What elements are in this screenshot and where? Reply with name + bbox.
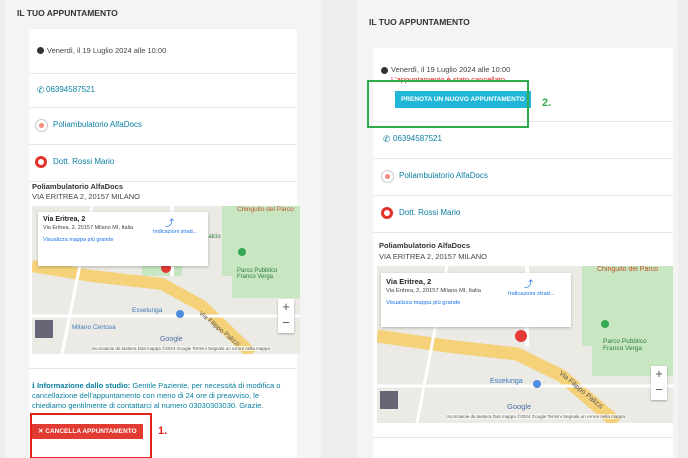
zoom-in-icon[interactable]: + (651, 366, 667, 382)
clock-icon (381, 67, 388, 74)
directions-icon[interactable]: ⤴ (524, 277, 533, 290)
map-label-parco: Parco Pubblico Franco Verga (237, 268, 278, 280)
annotation-number-2: 2. (542, 97, 552, 109)
address-name: Poliambulatorio AlfaDocs (379, 241, 470, 250)
zoom-out-icon[interactable]: − (651, 382, 667, 398)
phone-icon: ✆ (383, 134, 391, 144)
map-label-park: Chinguito del Parco (597, 266, 659, 273)
clinic-link[interactable]: Poliambulatorio AlfaDocs (399, 171, 488, 180)
address-name: Poliambulatorio AlfaDocs (32, 182, 123, 191)
clinic-link[interactable]: Poliambulatorio AlfaDocs (53, 120, 142, 129)
doctor-link[interactable]: Dott. Rossi Mario (53, 157, 114, 166)
studio-info: ℹ Informazione dallo studio: Gentile Paz… (32, 381, 294, 411)
map-view-larger-link[interactable]: Visualizza mappa più grande (43, 237, 203, 243)
map-info-box: Via Eritrea, 2 Via Eritrea, 2, 20157 Mil… (38, 212, 208, 266)
map[interactable]: Chinguito del Parco Parco Pubblico Franc… (377, 266, 673, 423)
address-line: VIA ERITREA 2, 20157 MILANO (379, 252, 487, 261)
map-place-name: Via Eritrea, 2 (386, 277, 432, 286)
google-logo: Google (507, 402, 532, 411)
map-footer: Scorciatoie da tastiera Dati mappa ©2024… (92, 346, 270, 351)
info-label: Informazione dallo studio: (36, 381, 131, 390)
annotation-box-2 (367, 80, 529, 128)
panel-title: IL TUO APPUNTAMENTO (369, 17, 470, 27)
appointment-date: Venerdì, il 19 Luglio 2024 alle 10:00 (391, 65, 511, 74)
map-label-esselunga: Esselunga (132, 307, 163, 314)
map-label-park: Chinguito del Parco (237, 206, 294, 213)
map-label-parco: Parco Pubblico Franco Verga (603, 338, 647, 352)
phone-link[interactable]: 06394587521 (46, 85, 95, 94)
phone-icon: ✆ (37, 85, 45, 95)
map-zoom-control[interactable]: + − (651, 366, 667, 400)
phone-row: ✆ 06394587521 (29, 73, 297, 108)
clinic-icon (35, 119, 48, 132)
directions-icon[interactable]: ⤴ (165, 216, 174, 229)
appointment-card: Venerdì, il 19 Luglio 2024 alle 10:00 ✆ … (29, 29, 300, 458)
clinic-row: Poliambulatorio AlfaDocs (373, 158, 673, 196)
clinic-icon (381, 170, 394, 183)
doctor-row: Dott. Rossi Mario (29, 144, 297, 182)
doctor-avatar-icon (381, 207, 393, 219)
annotation-box-1 (30, 413, 152, 458)
annotation-number-1: 1. (158, 425, 168, 437)
zoom-out-icon[interactable]: − (278, 315, 294, 331)
google-logo: Google (160, 336, 183, 343)
date-row: Venerdì, il 19 Luglio 2024 alle 10:00 (29, 29, 297, 74)
zoom-in-icon[interactable]: + (278, 299, 294, 315)
appointment-date: Venerdì, il 19 Luglio 2024 alle 10:00 (47, 46, 167, 55)
map-label-certosa: Milano Certosa (72, 324, 116, 331)
right-panel: IL TUO APPUNTAMENTO Venerdì, il 19 Lugli… (357, 0, 678, 458)
map-directions-link[interactable]: Indicazioni strad... (508, 291, 555, 297)
map-label-esselunga: Esselunga (490, 378, 523, 385)
map-info-box: Via Eritrea, 2 Via Eritrea, 2, 20157 Mil… (381, 273, 571, 327)
left-panel: IL TUO APPUNTAMENTO Venerdì, il 19 Lugli… (5, 0, 321, 458)
map-zoom-control[interactable]: + − (278, 299, 294, 333)
doctor-avatar-icon (35, 156, 47, 168)
clock-icon (37, 47, 44, 54)
doctor-link[interactable]: Dott. Rossi Mario (399, 208, 460, 217)
map-place-name: Via Eritrea, 2 (43, 216, 86, 223)
address-line: VIA ERITREA 2, 20157 MILANO (32, 192, 140, 201)
map-directions-link[interactable]: Indicazioni strad... (153, 229, 197, 235)
clinic-row: Poliambulatorio AlfaDocs (29, 107, 297, 145)
map-footer: Scorciatoie da tastiera Dati mappa ©2024… (447, 414, 625, 419)
phone-link[interactable]: 06394587521 (393, 134, 442, 143)
panel-title: IL TUO APPUNTAMENTO (17, 8, 118, 18)
doctor-row: Dott. Rossi Mario (373, 195, 673, 233)
map[interactable]: Chinguito del Parco Calcio Parco Pubblic… (32, 206, 300, 354)
info-icon: ℹ (32, 381, 35, 390)
map-view-larger-link[interactable]: Visualizza mappa più grande (386, 300, 566, 306)
